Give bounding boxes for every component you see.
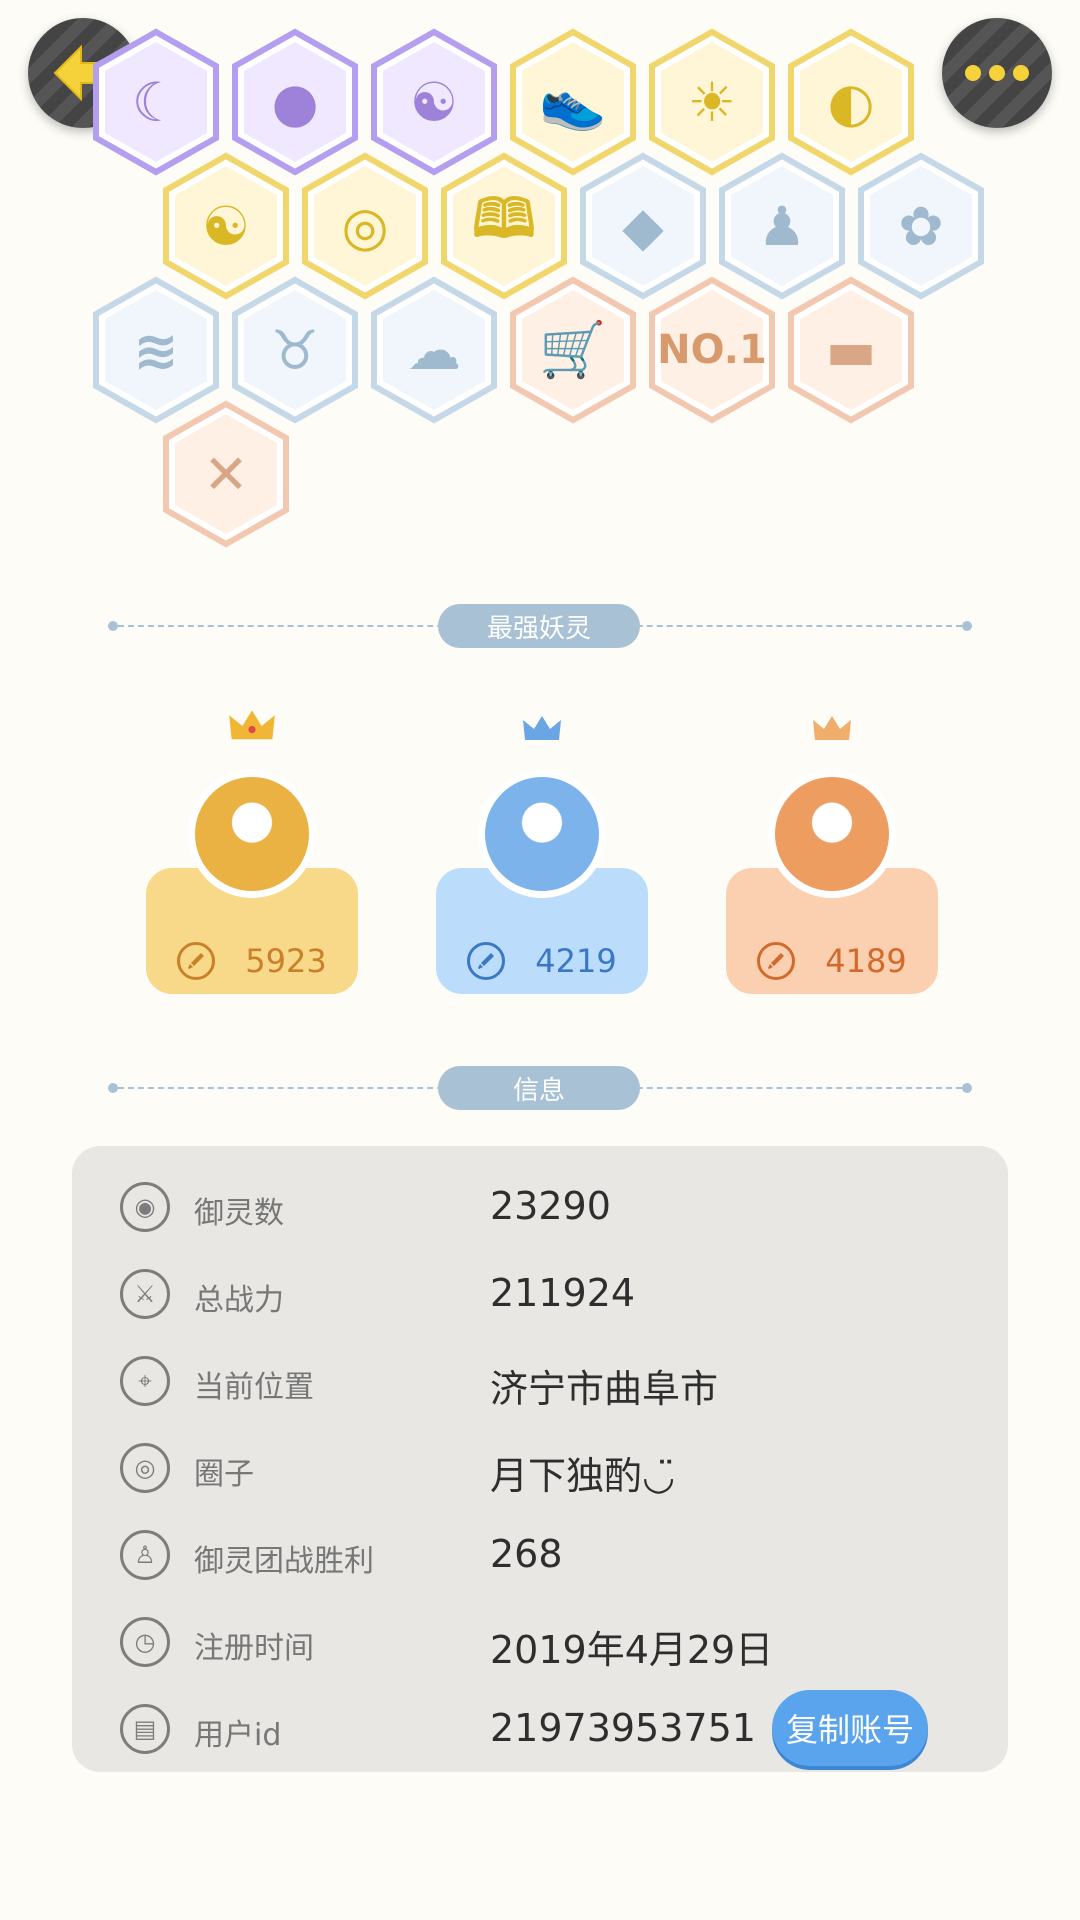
sword-power-icon <box>467 942 506 980</box>
spirit-avatar <box>768 770 896 898</box>
info-row-location-pin: ⌖ 当前位置 济宁市曲阜市 <box>72 1346 1008 1416</box>
spirit-score-row: 4189 <box>726 936 938 986</box>
spirit-score: 5923 <box>245 942 327 980</box>
sword-power-icon <box>177 942 216 980</box>
info-label: 御灵团战胜利 <box>194 1544 374 1579</box>
info-row-clock: ◷ 注册时间 2019年4月29日 <box>72 1607 1008 1677</box>
team-battle-icon: ♙ <box>120 1530 170 1580</box>
copy-account-button[interactable]: 复制账号 <box>772 1690 928 1766</box>
info-value: 济宁市曲阜市 <box>490 1367 719 1411</box>
badge-champion-belt[interactable]: ▬ <box>787 276 915 424</box>
info-divider: 信息 <box>108 1066 972 1110</box>
spirit-card-rank-3[interactable]: 4189 <box>726 708 938 998</box>
badge-ghost-cat[interactable]: ☁ <box>370 276 498 424</box>
crossed-swords-icon: ✕ <box>203 442 249 506</box>
info-value: 23290 <box>490 1184 611 1228</box>
spirit-count-icon: ◉ <box>120 1182 170 1232</box>
badge-crossed-swords[interactable]: ✕ <box>162 400 290 548</box>
info-value: 月下独酌◡̈ <box>490 1454 676 1498</box>
no1-icon: NO.1 <box>657 327 767 373</box>
info-label: 当前位置 <box>194 1370 314 1405</box>
info-row-circle-ring: ◎ 圈子 月下独酌◡̈ <box>72 1433 1008 1503</box>
more-dots-icon <box>965 65 1029 81</box>
ghost-cat-icon: ☁ <box>407 318 461 382</box>
crown-icon <box>813 716 851 740</box>
badge-cat-cart[interactable]: 🛒 <box>509 276 637 424</box>
info-row-sword-power: ⚔ 总战力 211924 <box>72 1259 1008 1329</box>
info-value: 211924 <box>490 1271 636 1315</box>
info-label: 注册时间 <box>194 1631 314 1666</box>
user-id-icon: ▤ <box>120 1704 170 1754</box>
strongest-spirits-divider: 最强妖灵 <box>108 604 972 648</box>
info-value: 21973953751 <box>490 1706 756 1750</box>
spirit-score: 4219 <box>535 942 617 980</box>
info-row-user-id: ▤ 用户id 21973953751 复制账号 <box>72 1690 1008 1766</box>
crown-icon <box>229 710 275 740</box>
cat-cart-icon: 🛒 <box>539 318 607 381</box>
spirit-score-row: 5923 <box>146 936 358 986</box>
champion-belt-icon: ▬ <box>825 318 877 382</box>
info-title: 信息 <box>438 1066 640 1110</box>
info-row-spirit-count: ◉ 御灵数 23290 <box>72 1172 1008 1242</box>
circle-ring-icon: ◎ <box>120 1443 170 1493</box>
info-label: 御灵数 <box>194 1196 284 1231</box>
crown-icon <box>523 716 561 740</box>
info-value: 268 <box>490 1532 563 1576</box>
spirit-score-row: 4219 <box>436 936 648 986</box>
info-panel: ◉ 御灵数 23290 ⚔ 总战力 211924 ⌖ 当前位置 济宁市曲阜市 ◎ 圈子 月下独酌◡̈ ♙… <box>72 1146 1008 1772</box>
strongest-spirits-title: 最强妖灵 <box>438 604 640 648</box>
spirit-card-rank-2[interactable]: 4219 <box>436 708 648 998</box>
clock-icon: ◷ <box>120 1617 170 1667</box>
info-label: 圈子 <box>194 1457 254 1492</box>
spirit-score: 4189 <box>825 942 907 980</box>
location-pin-icon: ⌖ <box>120 1356 170 1406</box>
info-label: 总战力 <box>194 1283 284 1318</box>
badge-no1[interactable]: NO.1 <box>648 276 776 424</box>
spirit-avatar <box>478 770 606 898</box>
sword-power-icon: ⚔ <box>120 1269 170 1319</box>
sword-power-icon <box>757 942 796 980</box>
info-value: 2019年4月29日 <box>490 1628 774 1672</box>
info-label: 用户id <box>194 1718 282 1753</box>
spirit-card-rank-1[interactable]: 5923 <box>146 708 358 998</box>
more-button[interactable] <box>942 18 1052 128</box>
spirit-avatar <box>188 770 316 898</box>
info-row-team-battle: ♙ 御灵团战胜利 268 <box>72 1520 1008 1590</box>
